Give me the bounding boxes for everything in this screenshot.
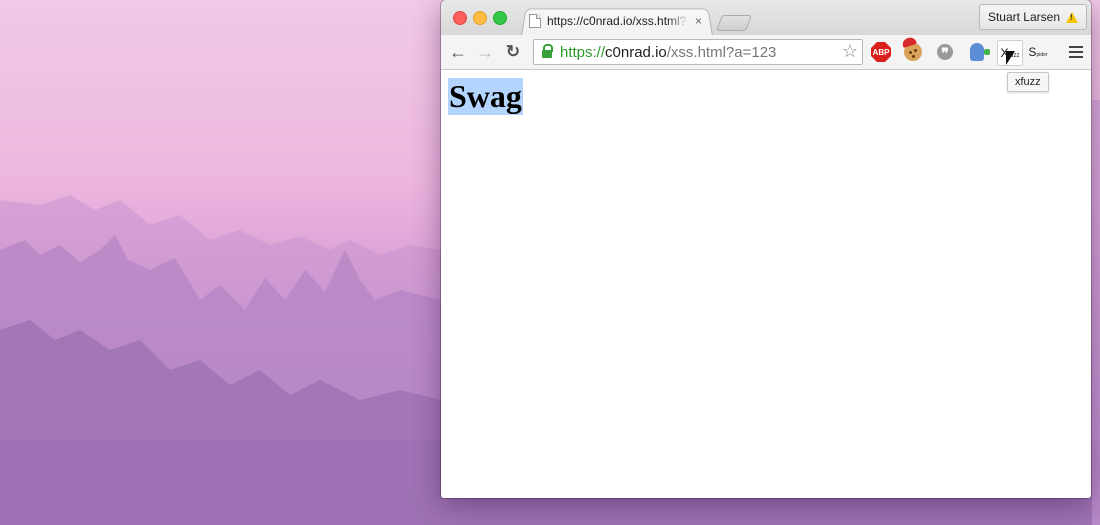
hamburger-menu-icon[interactable]: [1069, 46, 1083, 48]
adblock-plus-extension[interactable]: ABP: [870, 41, 892, 63]
minimize-window-button[interactable]: [473, 11, 487, 25]
cookie-extension[interactable]: [902, 41, 924, 63]
profile-name: Stuart Larsen: [987, 10, 1060, 24]
forward-button[interactable]: →: [474, 41, 496, 63]
lock-icon[interactable]: [542, 44, 553, 58]
warning-icon: [1066, 11, 1078, 23]
tab-active[interactable]: https://c0nrad.io/xss.html? ×: [529, 9, 709, 33]
spider-sublabel: pider: [1036, 52, 1048, 58]
drop-icon: [970, 43, 990, 61]
page-heading: Swag: [448, 78, 523, 115]
tab-strip: https://c0nrad.io/xss.html? × Stuart Lar…: [441, 0, 1091, 36]
spider-extension-button[interactable]: Spider: [1027, 41, 1049, 63]
drop-extension[interactable]: [966, 41, 990, 63]
tab-close-icon[interactable]: ×: [695, 14, 702, 28]
adblock-plus-icon: ABP: [871, 42, 891, 62]
quote-extension[interactable]: ❞: [934, 41, 956, 63]
cookie-icon: [904, 43, 922, 61]
url-host: c0nrad.io: [605, 43, 667, 61]
mouse-cursor-icon: [1006, 51, 1015, 65]
address-bar[interactable]: https://c0nrad.io/xss.html?a=123 ☆: [533, 39, 863, 65]
url-path: /xss.html?a=123: [666, 43, 777, 61]
close-window-button[interactable]: [453, 11, 467, 25]
back-button[interactable]: ←: [447, 41, 469, 63]
new-tab-button[interactable]: [716, 15, 752, 31]
browser-toolbar: ← → ↻ https://c0nrad.io/xss.html?a=123 ☆…: [441, 35, 1091, 70]
url-scheme: https://: [560, 43, 606, 61]
bookmark-star-icon[interactable]: ☆: [842, 41, 858, 62]
quote-icon: ❞: [937, 44, 953, 62]
spider-label: S: [1028, 45, 1037, 59]
profile-button[interactable]: Stuart Larsen: [978, 4, 1087, 30]
extension-tooltip: xfuzz: [1007, 72, 1049, 92]
page-content: Swag: [441, 70, 1091, 498]
browser-window: https://c0nrad.io/xss.html? × Stuart Lar…: [441, 0, 1091, 498]
maximize-window-button[interactable]: [493, 11, 507, 25]
page-favicon-icon: [529, 14, 541, 28]
tab-title: https://c0nrad.io/xss.html?: [547, 14, 687, 28]
reload-button[interactable]: ↻: [502, 41, 524, 63]
